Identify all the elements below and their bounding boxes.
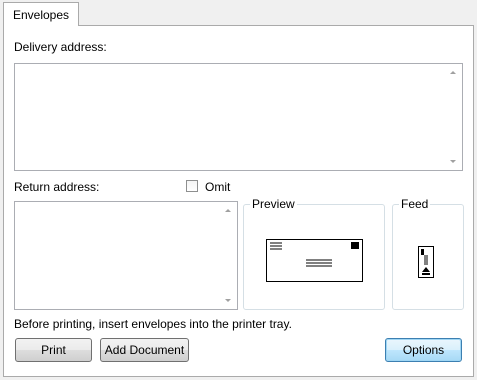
feed-title: Feed: [399, 197, 431, 211]
envelope-feed-icon: [418, 246, 434, 278]
envelope-preview-icon: [266, 239, 363, 282]
add-document-button[interactable]: Add Document: [100, 338, 189, 362]
tab-envelopes-label: Envelopes: [12, 7, 70, 22]
scroll-down-icon[interactable]: [225, 299, 231, 302]
return-address-label: Return address:: [14, 180, 100, 194]
delivery-address-label: Delivery address:: [14, 40, 107, 54]
scroll-up-icon[interactable]: [450, 71, 456, 74]
envelope-preview[interactable]: [266, 239, 364, 286]
options-button[interactable]: Options: [385, 338, 462, 362]
omit-label: Omit: [205, 180, 231, 194]
preview-title: Preview: [250, 197, 297, 211]
feed-option[interactable]: [415, 245, 437, 282]
scroll-down-icon[interactable]: [450, 160, 456, 163]
omit-checkbox[interactable]: [186, 180, 198, 192]
feed-group: Feed: [392, 197, 464, 310]
scroll-up-icon[interactable]: [225, 209, 231, 212]
delivery-address-field[interactable]: [14, 63, 463, 171]
preview-group: Preview: [243, 197, 385, 310]
return-address-field[interactable]: [14, 201, 238, 310]
tab-envelopes[interactable]: Envelopes: [3, 2, 79, 26]
delivery-address-scrollbar[interactable]: [445, 64, 462, 170]
instruction-text: Before printing, insert envelopes into t…: [14, 317, 292, 331]
envelopes-panel: Delivery address: Return address: Omit P…: [3, 25, 474, 377]
print-button[interactable]: Print: [15, 338, 92, 362]
return-address-scrollbar[interactable]: [220, 202, 237, 309]
